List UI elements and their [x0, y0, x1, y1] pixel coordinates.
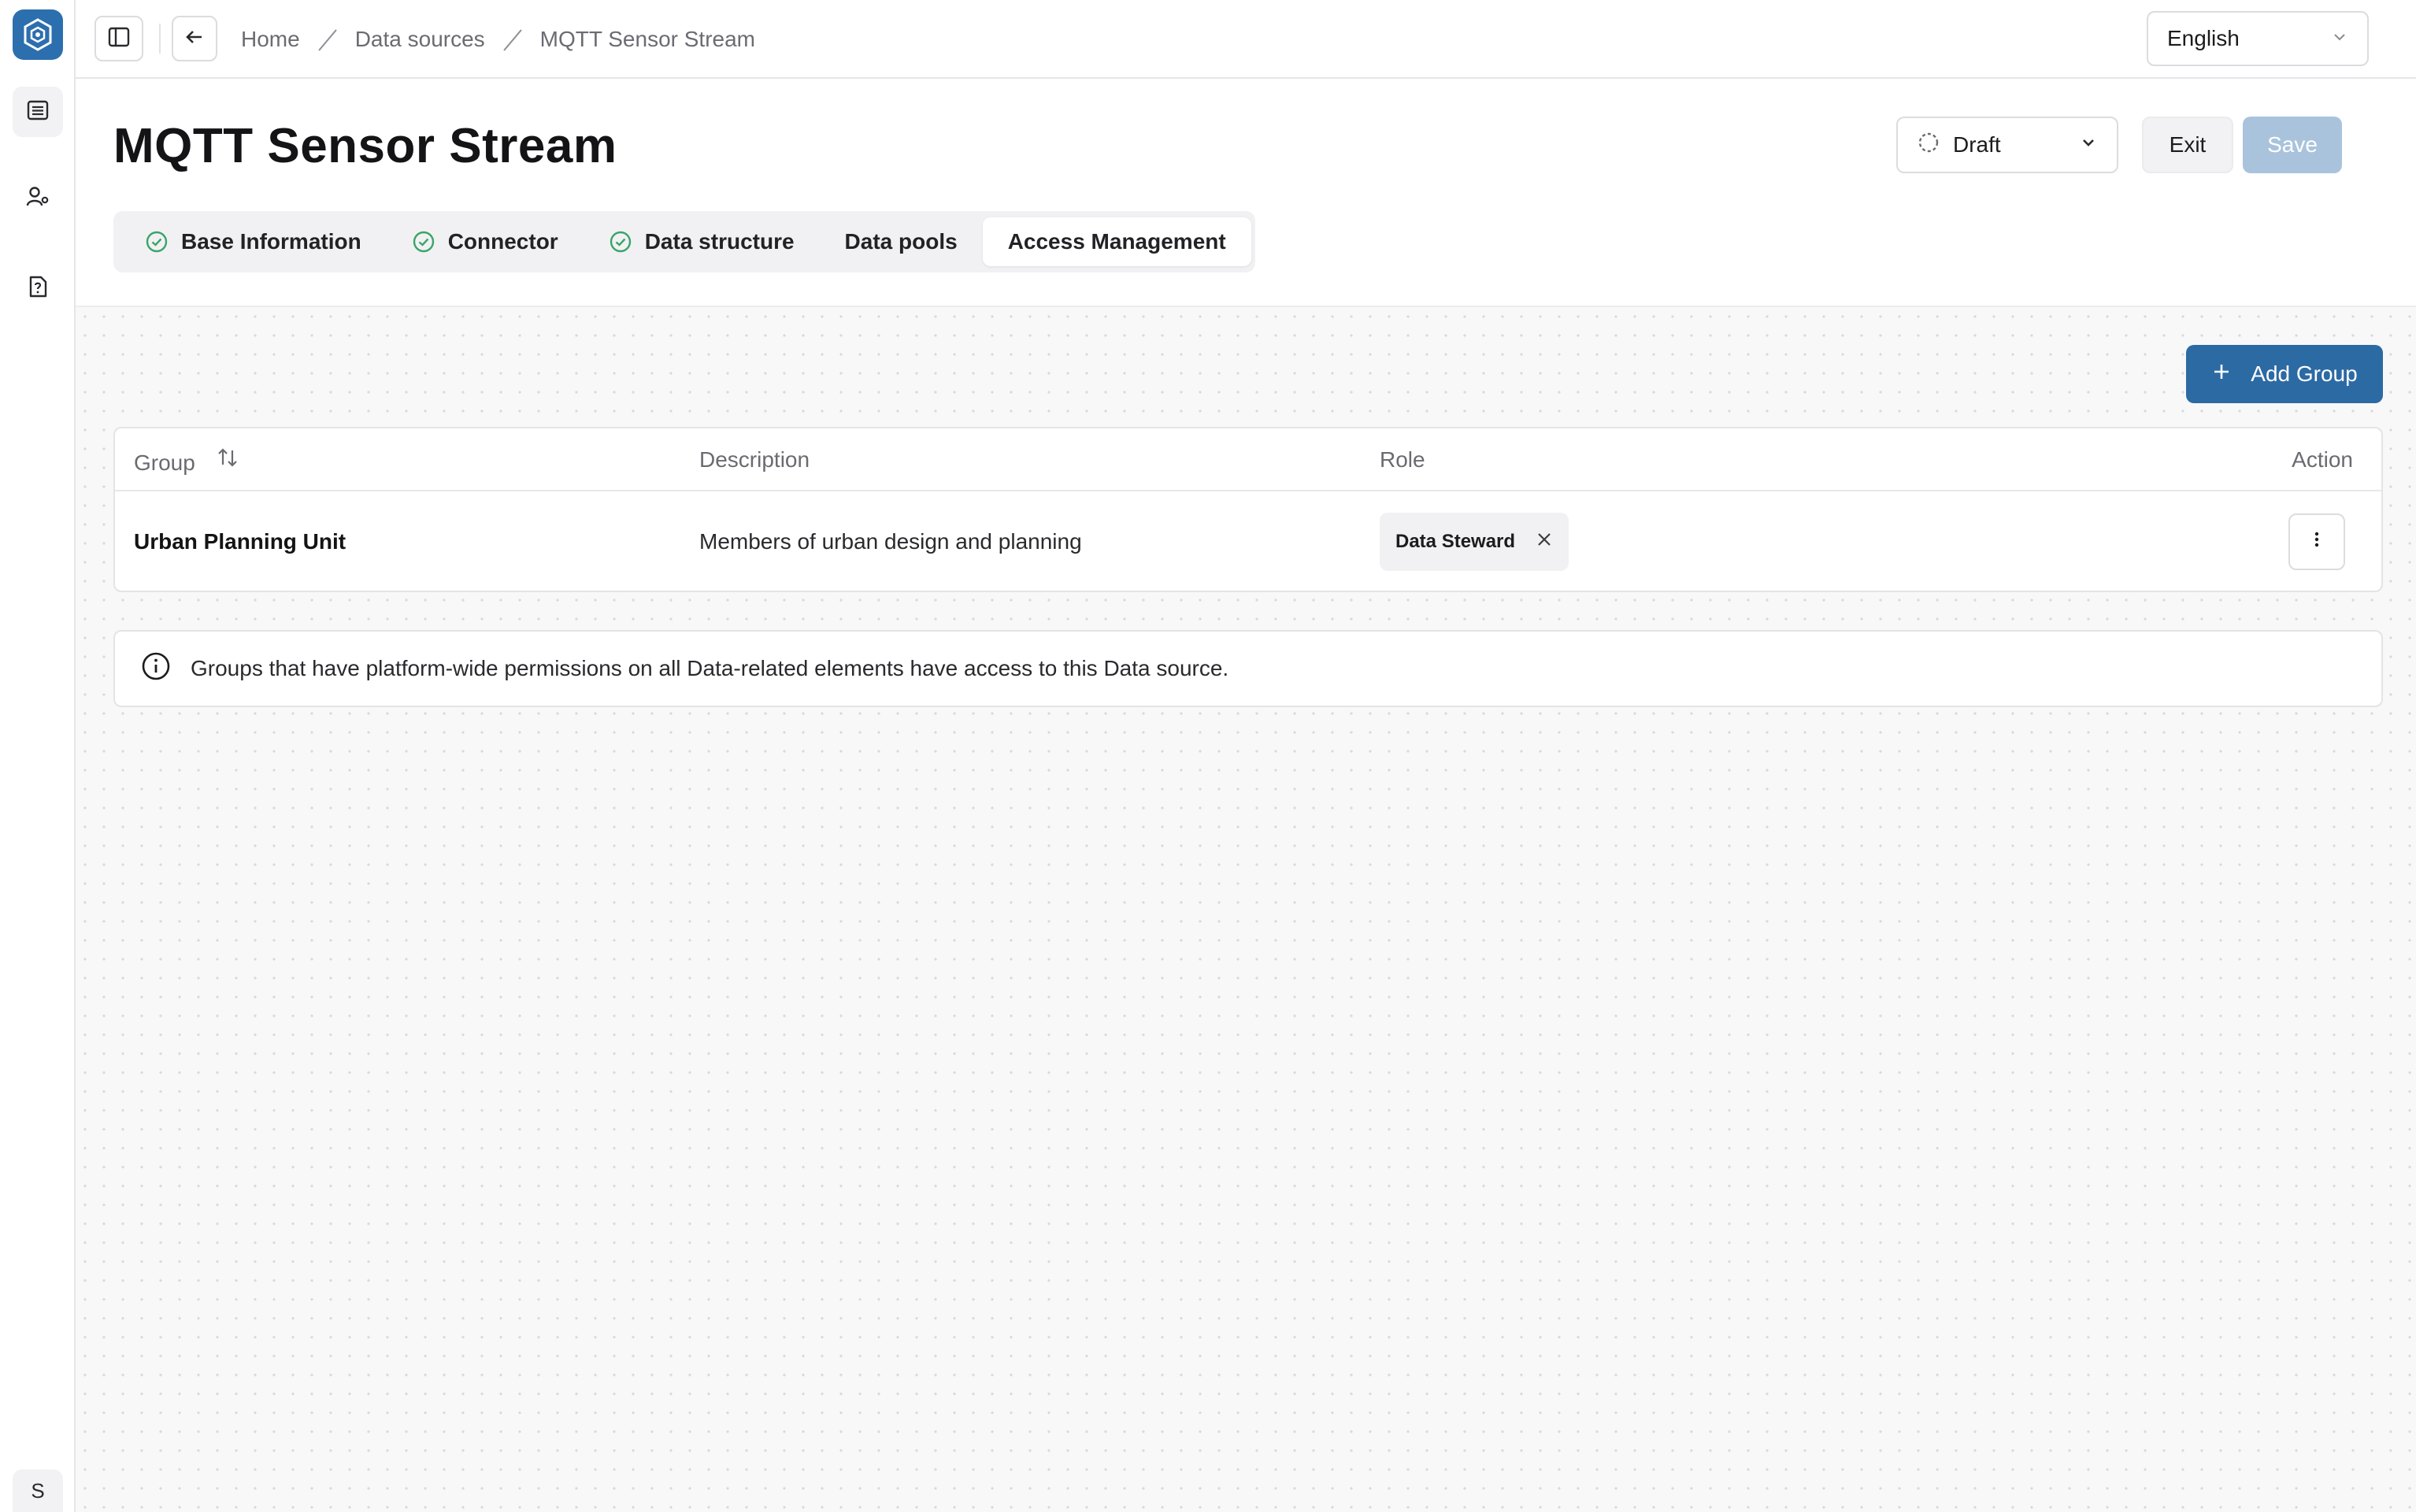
status-select[interactable]: Draft: [1896, 117, 2118, 173]
arrow-left-icon: [183, 26, 206, 52]
tab-data-structure[interactable]: Data structure: [584, 217, 820, 266]
check-circle-icon: [145, 230, 169, 254]
page-title: MQTT Sensor Stream: [113, 119, 617, 173]
draft-status-icon: [1917, 131, 1940, 160]
top-bar: Home Data sources MQTT Sensor Stream Eng…: [76, 0, 2416, 79]
user-avatar[interactable]: S: [13, 1469, 63, 1512]
column-label: Group: [134, 450, 195, 475]
role-cell: Data Steward: [1380, 491, 1569, 591]
tab-bar: Base Information Connector Data structur…: [113, 211, 1255, 272]
close-icon[interactable]: [1536, 531, 1553, 554]
breadcrumb-separator: [502, 29, 523, 50]
list-icon: [26, 98, 50, 126]
left-sidebar: S: [0, 0, 76, 1512]
tab-label: Access Management: [1007, 229, 1226, 254]
language-select[interactable]: English: [2147, 11, 2369, 66]
user-settings-icon: [25, 184, 50, 213]
breadcrumb-home[interactable]: Home: [241, 27, 300, 52]
divider: [159, 24, 161, 54]
access-management-panel: Add Group Group Description Role Action: [76, 307, 2416, 1512]
save-button[interactable]: Save: [2243, 117, 2342, 173]
tab-access-management[interactable]: Access Management: [982, 217, 1251, 266]
plus-icon: [2211, 361, 2232, 387]
back-button[interactable]: [172, 16, 217, 61]
group-description: Members of urban design and planning: [699, 529, 1082, 554]
tab-label: Connector: [447, 229, 558, 254]
check-circle-icon: [412, 230, 435, 254]
page-header: MQTT Sensor Stream Draft Exit Save Base …: [76, 79, 2416, 307]
more-vertical-icon: [2307, 529, 2326, 554]
tab-base-information[interactable]: Base Information: [120, 217, 387, 266]
tab-label: Base Information: [181, 229, 361, 254]
breadcrumb-data-sources[interactable]: Data sources: [355, 27, 485, 52]
sort-icon[interactable]: [216, 446, 239, 475]
column-header-role: Role: [1380, 447, 1425, 472]
sidebar-item-user-management[interactable]: [13, 173, 63, 224]
exit-button[interactable]: Exit: [2142, 117, 2233, 173]
check-circle-icon: [609, 230, 632, 254]
column-header-group[interactable]: Group: [134, 428, 239, 491]
action-cell: [2288, 491, 2345, 591]
info-notice: Groups that have platform-wide permissio…: [113, 630, 2383, 707]
add-group-label: Add Group: [2251, 361, 2358, 386]
chevron-down-icon: [2331, 26, 2348, 51]
app-logo-icon[interactable]: [13, 9, 63, 60]
tab-data-pools[interactable]: Data pools: [820, 217, 983, 266]
add-group-button[interactable]: Add Group: [2186, 345, 2383, 403]
toggle-sidebar-button[interactable]: [94, 16, 143, 61]
group-name: Urban Planning Unit: [134, 529, 346, 554]
breadcrumb: Home Data sources MQTT Sensor Stream: [241, 24, 755, 55]
breadcrumb-current: MQTT Sensor Stream: [539, 27, 755, 51]
table-header: Group Description Role Action: [115, 428, 2381, 491]
column-header-description: Description: [699, 447, 810, 472]
role-label: Data Steward: [1395, 531, 1516, 552]
status-value: Draft: [1953, 132, 2001, 157]
table-row: Urban Planning Unit Members of urban des…: [115, 491, 2381, 591]
tab-connector[interactable]: Connector: [387, 217, 584, 266]
column-header-action: Action: [2292, 447, 2353, 472]
info-icon: [140, 650, 172, 687]
groups-table: Group Description Role Action Urban Plan…: [113, 427, 2383, 592]
sidebar-toggle-icon: [107, 25, 131, 53]
row-actions-button[interactable]: [2288, 513, 2345, 570]
breadcrumb-separator: [317, 29, 338, 50]
chevron-down-icon: [2079, 132, 2098, 158]
role-chip: Data Steward: [1380, 513, 1569, 571]
sidebar-item-help[interactable]: [13, 263, 63, 313]
help-document-icon: [26, 275, 50, 302]
sidebar-item-data-sources[interactable]: [13, 87, 63, 137]
info-text: Groups that have platform-wide permissio…: [191, 656, 1229, 680]
tab-label: Data pools: [844, 229, 958, 254]
language-value: English: [2167, 26, 2240, 50]
tab-label: Data structure: [644, 229, 795, 254]
